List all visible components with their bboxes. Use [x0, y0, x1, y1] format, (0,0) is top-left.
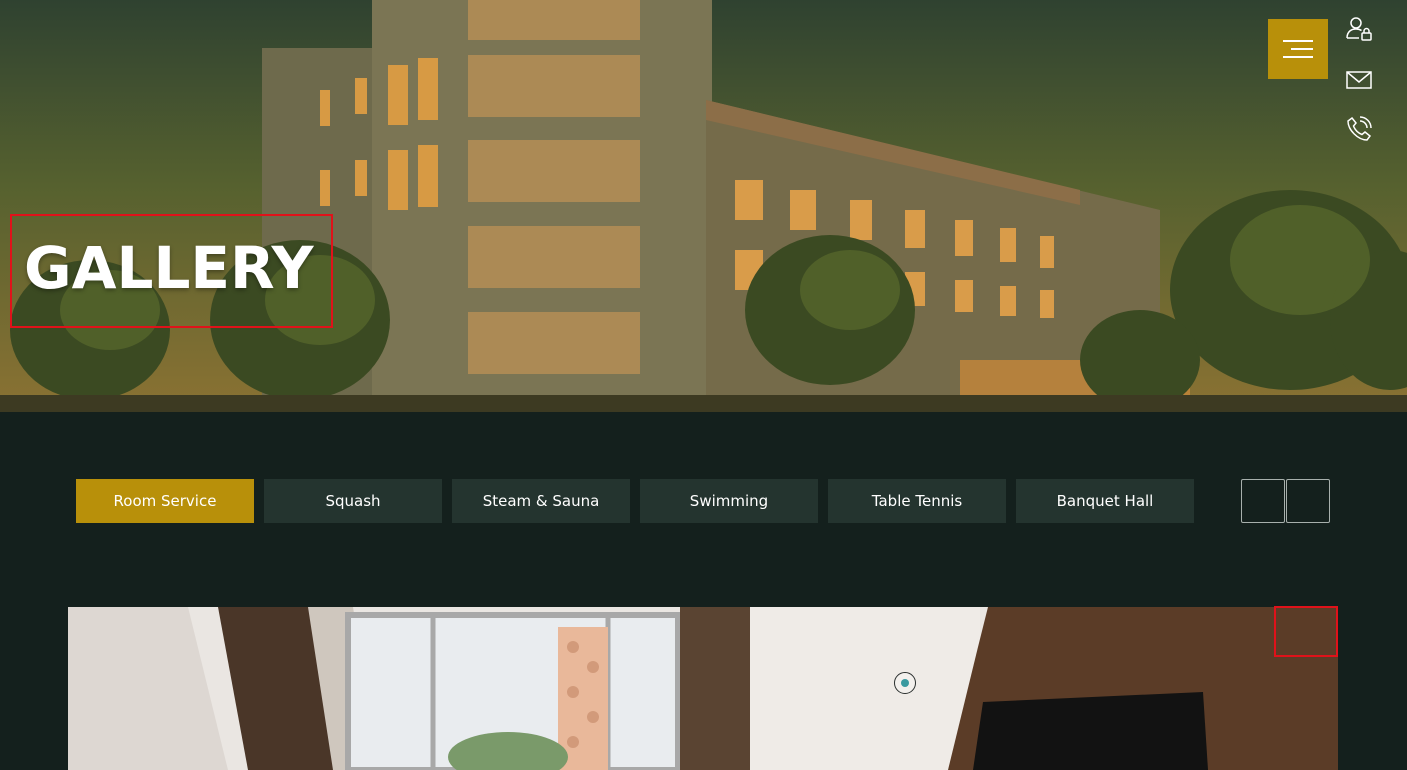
phone-call-icon[interactable]: [1344, 114, 1374, 144]
side-icon-bar: [1344, 14, 1374, 164]
menu-button[interactable]: [1268, 19, 1328, 79]
tab-room-service[interactable]: Room Service: [76, 479, 254, 523]
user-lock-icon[interactable]: [1344, 14, 1374, 44]
envelope-icon[interactable]: [1344, 64, 1374, 94]
hamburger-icon-line: [1283, 56, 1313, 58]
hamburger-icon-line: [1283, 40, 1313, 42]
tab-squash[interactable]: Squash: [264, 479, 442, 523]
carousel-dot-icon[interactable]: [894, 672, 916, 694]
page-title: GALLERY: [24, 234, 314, 302]
tab-banquet-hall[interactable]: Banquet Hall: [1016, 479, 1194, 523]
hero-banner: GALLERY: [0, 0, 1407, 412]
carousel-next-button[interactable]: [1286, 479, 1330, 523]
carousel-dot-inner: [901, 679, 909, 687]
gallery-photo-room: [68, 607, 1338, 770]
tab-swimming[interactable]: Swimming: [640, 479, 818, 523]
room-interior-image: [68, 607, 1338, 770]
hamburger-icon-line: [1291, 48, 1313, 50]
tab-table-tennis[interactable]: Table Tennis: [828, 479, 1006, 523]
hotel-building-image: [0, 0, 1407, 412]
tab-steam-sauna[interactable]: Steam & Sauna: [452, 479, 630, 523]
carousel-prev-button[interactable]: [1241, 479, 1285, 523]
